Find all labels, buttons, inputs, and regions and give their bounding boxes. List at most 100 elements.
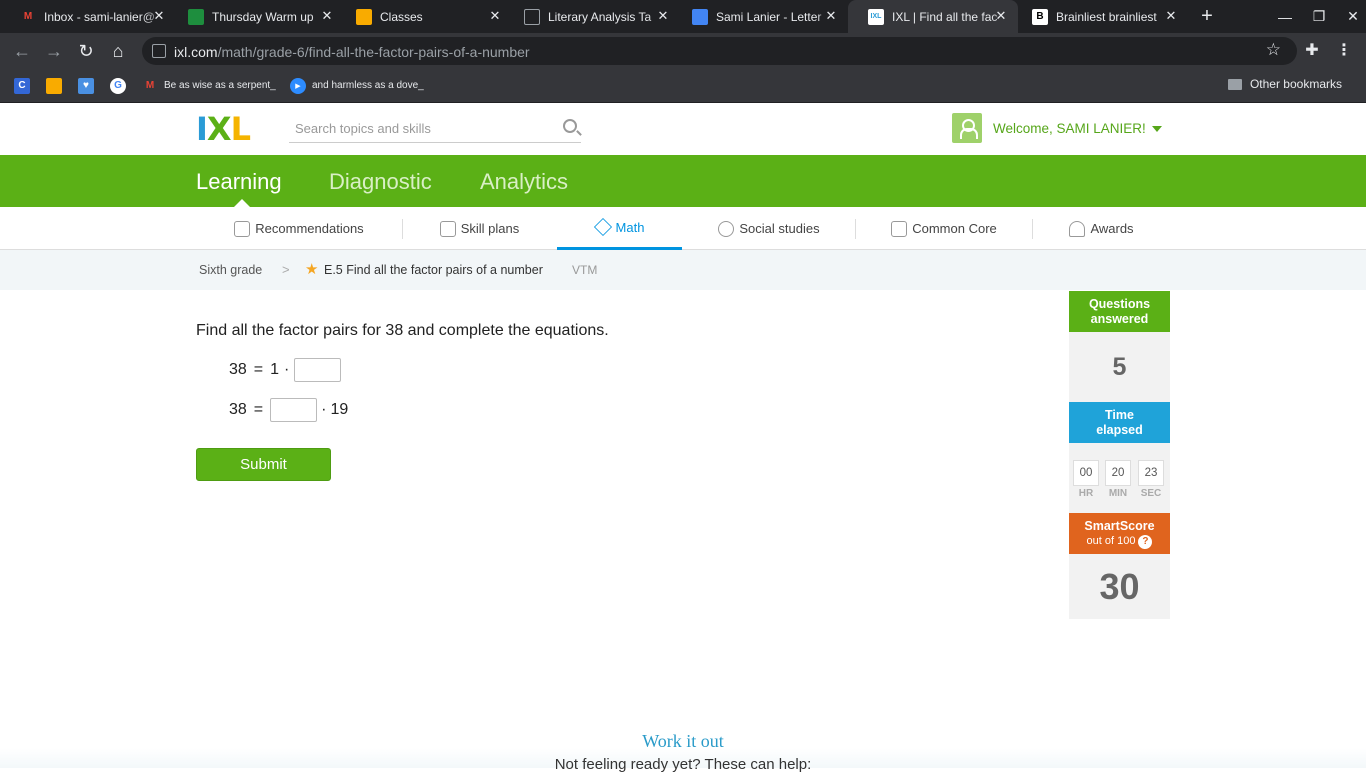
eq1-answer-input[interactable] [294, 358, 342, 382]
close-icon[interactable]: ✕ [656, 9, 670, 23]
tab-sami-lanier-letter[interactable]: Sami Lanier - Letter ✕ [672, 0, 848, 33]
eq1-lhs: 38 [229, 361, 247, 378]
bookmark-classroom[interactable] [46, 77, 68, 94]
close-icon[interactable]: ✕ [320, 9, 334, 23]
bookmark-serpent[interactable]: M Be as wise as a serpent_ [142, 77, 276, 94]
home-icon[interactable]: ⌂ [106, 39, 130, 63]
sub-nav: Recommendations Skill plans Math Social … [0, 207, 1366, 250]
bookmark-shield[interactable]: ♥ [78, 77, 100, 94]
menu-icon[interactable]: ⋮ [1336, 40, 1352, 60]
eq1-dot: · [284, 361, 290, 378]
extensions-icon[interactable]: ✚ [1302, 40, 1322, 60]
forward-icon[interactable]: → [42, 39, 66, 63]
close-icon[interactable]: ✕ [1164, 9, 1178, 23]
smartscore-sub-row: out of 100? [1069, 534, 1170, 549]
close-window-icon[interactable]: ✕ [1336, 0, 1366, 33]
url-text[interactable]: ixl.com/math/grade-6/find-all-the-factor… [174, 44, 530, 60]
welcome-text: Welcome, SAMI LANIER! [993, 121, 1146, 136]
classroom-icon [188, 8, 204, 25]
subnav-recommendations[interactable]: Recommendations [196, 207, 402, 250]
breadcrumb-grade[interactable]: Sixth grade [199, 263, 262, 277]
tab-ixl[interactable]: IXL IXL | Find all the fac ✕ [848, 0, 1018, 33]
questions-answered-header: Questions answered [1069, 291, 1170, 332]
tab-title: Brainliest brainliest [1056, 9, 1157, 24]
url-host: ixl.com [174, 44, 218, 60]
close-icon[interactable]: ✕ [152, 9, 166, 23]
tab-literary-analysis[interactable]: Literary Analysis Ta ✕ [504, 0, 680, 33]
smartscore-label: SmartScore [1084, 518, 1155, 533]
user-avatar-icon[interactable] [952, 113, 982, 143]
doc-icon [524, 8, 540, 25]
search-input[interactable] [289, 116, 549, 140]
subnav-common-core[interactable]: Common Core [856, 207, 1032, 250]
subnav-label: Awards [1090, 221, 1134, 236]
common-core-icon [891, 220, 908, 237]
other-bookmarks[interactable]: Other bookmarks [1227, 77, 1342, 91]
ixl-logo[interactable]: I X L [196, 113, 274, 145]
welcome-menu[interactable]: Welcome, SAMI LANIER! [993, 121, 1162, 136]
subnav-label: Math [615, 219, 645, 235]
awards-icon [1069, 220, 1086, 237]
subnav-label: Skill plans [460, 221, 520, 236]
bookmark-dove[interactable]: ▶ and harmless as a dove_ [290, 77, 424, 94]
subnav-label: Common Core [912, 221, 997, 236]
questions-answered-label: Questions answered [1088, 296, 1151, 326]
smartscore-header: SmartScore out of 100? [1069, 513, 1170, 554]
tab-brainly[interactable]: B Brainliest brainliest ✕ [1012, 0, 1188, 33]
search-icon[interactable] [563, 119, 577, 133]
browser-toolbar: ← → ↻ ⌂ ixl.com/math/grade-6/find-all-th… [0, 33, 1366, 69]
tab-gmail[interactable]: M Inbox - sami-lanier@ ✕ [0, 0, 176, 33]
bookmark-google[interactable]: G [110, 77, 132, 94]
subnav-math[interactable]: Math [557, 207, 682, 250]
work-it-out-subtitle: Not feeling ready yet? These can help: [554, 756, 812, 773]
subnav-label: Recommendations [255, 221, 364, 236]
minimize-icon[interactable]: — [1268, 0, 1302, 33]
globe-icon [718, 220, 735, 237]
bookmarks-bar: C ♥ G M Be as wise as a serpent_ ▶ and h… [0, 69, 1366, 103]
nav-learning[interactable]: Learning [196, 169, 282, 195]
equation-1: 38 = 1 · [229, 358, 342, 382]
subnav-label: Social studies [739, 221, 820, 236]
eq2-answer-input[interactable] [270, 398, 318, 422]
tab-title: Sami Lanier - Letter [716, 9, 822, 24]
tab-title: Classes [380, 9, 423, 24]
gmail-icon: M [145, 80, 155, 91]
main-nav: Learning Diagnostic Analytics [0, 155, 1366, 207]
eq1-factor: 1 [270, 361, 280, 378]
nav-diagnostic[interactable]: Diagnostic [329, 169, 432, 195]
search-box [289, 116, 581, 143]
restore-icon[interactable]: ❐ [1302, 0, 1336, 33]
work-it-out-title: Work it out [642, 731, 724, 751]
help-icon[interactable]: ? [1138, 534, 1153, 549]
close-icon[interactable]: ✕ [488, 9, 502, 23]
new-tab-icon[interactable]: + [1196, 5, 1218, 27]
close-icon[interactable]: ✕ [994, 9, 1008, 23]
back-icon[interactable]: ← [10, 39, 34, 63]
tab-title: Thursday Warm up [212, 9, 314, 24]
time-minutes-unit: MIN [1108, 488, 1128, 499]
tab-thursday-warm-up[interactable]: Thursday Warm up ✕ [168, 0, 344, 33]
close-icon[interactable]: ✕ [824, 9, 838, 23]
browser-tab-strip: M Inbox - sami-lanier@ ✕ Thursday Warm u… [0, 0, 1366, 33]
docs-icon [692, 8, 708, 25]
recommendations-icon [234, 220, 251, 237]
star-icon: ★ [305, 261, 319, 278]
nav-analytics[interactable]: Analytics [480, 169, 568, 195]
subnav-awards[interactable]: Awards [1033, 207, 1170, 250]
bookmark-c[interactable]: C [14, 77, 36, 94]
smartscore-sub: out of 100 [1086, 534, 1136, 547]
bookmark-star-icon[interactable]: ☆ [1266, 40, 1281, 60]
ixl-icon: IXL [868, 8, 884, 25]
reload-icon[interactable]: ↻ [74, 39, 98, 63]
address-bar[interactable]: ixl.com/math/grade-6/find-all-the-factor… [142, 37, 1297, 65]
tab-classes[interactable]: Classes ✕ [336, 0, 512, 33]
google-icon: G [110, 77, 126, 94]
subnav-social-studies[interactable]: Social studies [683, 207, 855, 250]
time-elapsed-header: Time elapsed [1069, 402, 1170, 443]
subnav-skill-plans[interactable]: Skill plans [403, 207, 556, 250]
site-info-icon[interactable] [152, 44, 166, 58]
questions-answered-panel: 5 [1069, 332, 1170, 402]
time-hours-unit: HR [1078, 488, 1094, 499]
submit-button[interactable]: Submit [196, 448, 331, 481]
skill-code: VTM [572, 263, 598, 277]
